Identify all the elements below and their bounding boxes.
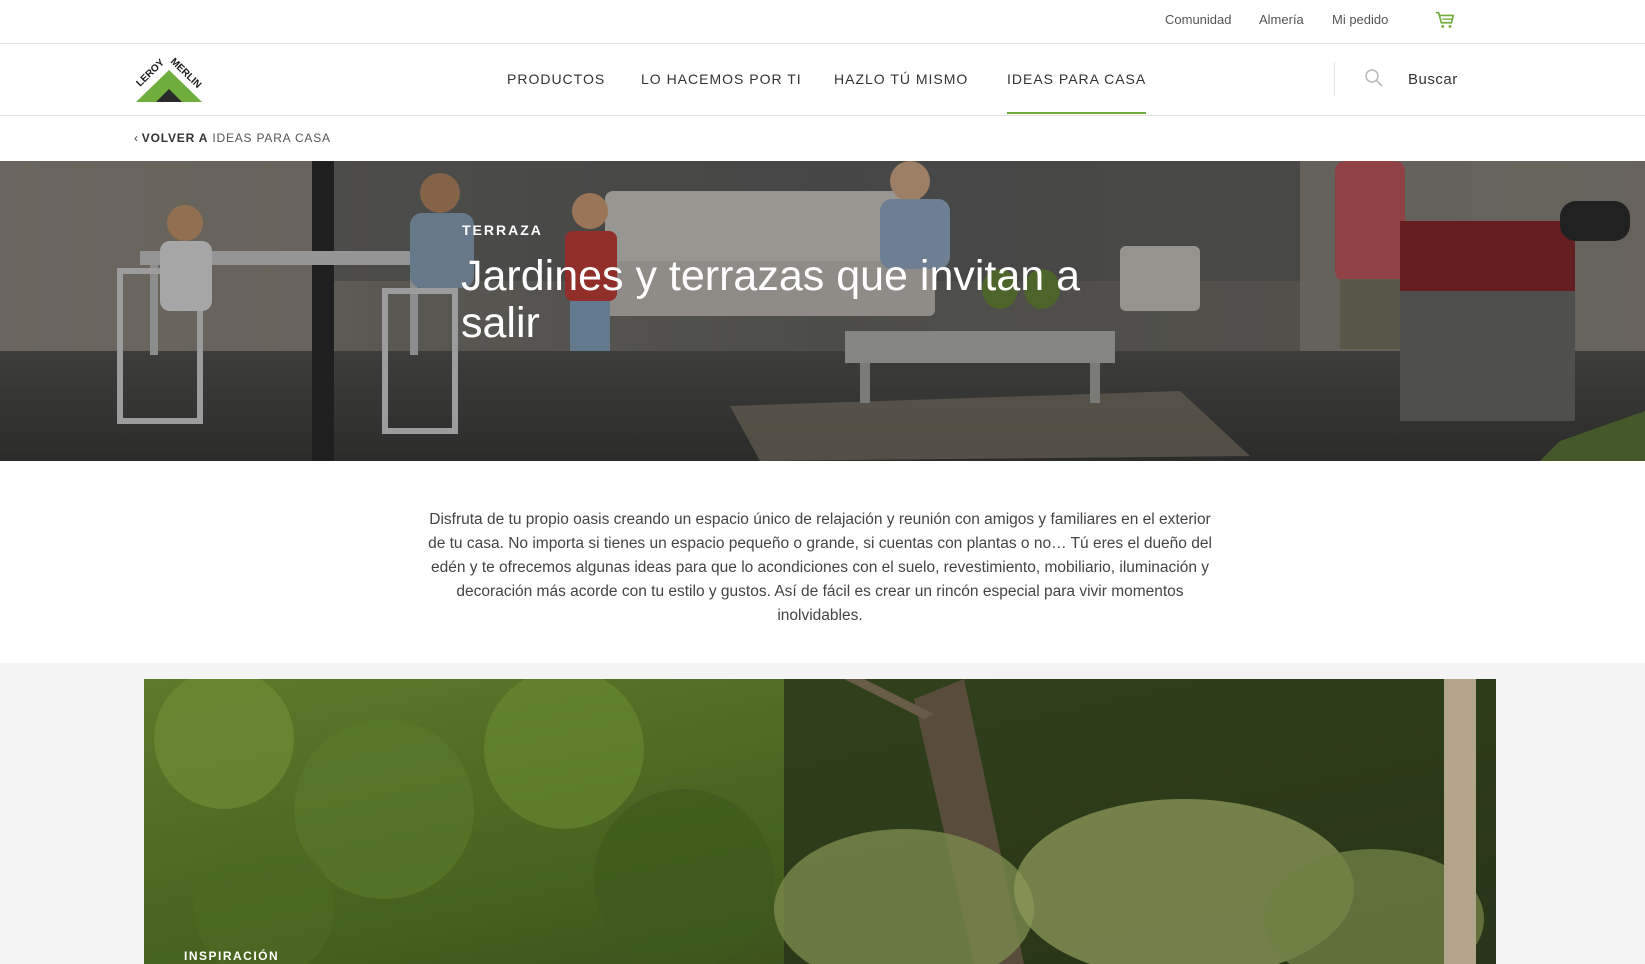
leroy-merlin-logo[interactable]: LEROY MERLIN <box>134 56 204 104</box>
search-icon[interactable] <box>1364 68 1384 88</box>
inspiration-section: INSPIRACIÓN <box>0 663 1645 964</box>
garden-photo <box>144 679 1496 964</box>
search-label[interactable]: Buscar <box>1408 71 1458 88</box>
link-store-almeria[interactable]: Almería <box>1259 12 1304 27</box>
utility-bar: Comunidad Almería Mi pedido <box>0 0 1645 44</box>
link-mi-pedido[interactable]: Mi pedido <box>1332 12 1388 27</box>
nav-divider <box>1334 62 1335 96</box>
breadcrumb-target[interactable]: IDEAS PARA CASA <box>212 131 330 145</box>
chevron-left-icon: ‹ <box>134 131 139 145</box>
hero-banner: TERRAZA Jardines y terrazas que invitan … <box>0 161 1645 461</box>
breadcrumb-prefix: VOLVER A <box>141 131 209 145</box>
intro-paragraph: Disfruta de tu propio oasis creando un e… <box>428 511 1212 624</box>
breadcrumb[interactable]: ‹ VOLVER A IDEAS PARA CASA <box>134 131 331 145</box>
feature-category: INSPIRACIÓN <box>184 949 280 963</box>
main-navigation: LEROY MERLIN PRODUCTOS LO HACEMOS POR TI… <box>0 44 1645 116</box>
nav-ideas-para-casa[interactable]: IDEAS PARA CASA <box>1007 71 1147 114</box>
nav-hazlo-tu-mismo[interactable]: HAZLO TÚ MISMO <box>834 71 968 87</box>
hero-title: Jardines y terrazas que invitan a salir <box>461 252 1081 347</box>
nav-lo-hacemos-por-ti[interactable]: LO HACEMOS POR TI <box>641 71 802 87</box>
nav-productos[interactable]: PRODUCTOS <box>507 71 605 87</box>
cart-icon[interactable] <box>1434 9 1456 31</box>
hero-category: TERRAZA <box>462 222 543 238</box>
garden-feature-card[interactable]: INSPIRACIÓN <box>144 679 1496 964</box>
link-comunidad[interactable]: Comunidad <box>1165 12 1232 27</box>
